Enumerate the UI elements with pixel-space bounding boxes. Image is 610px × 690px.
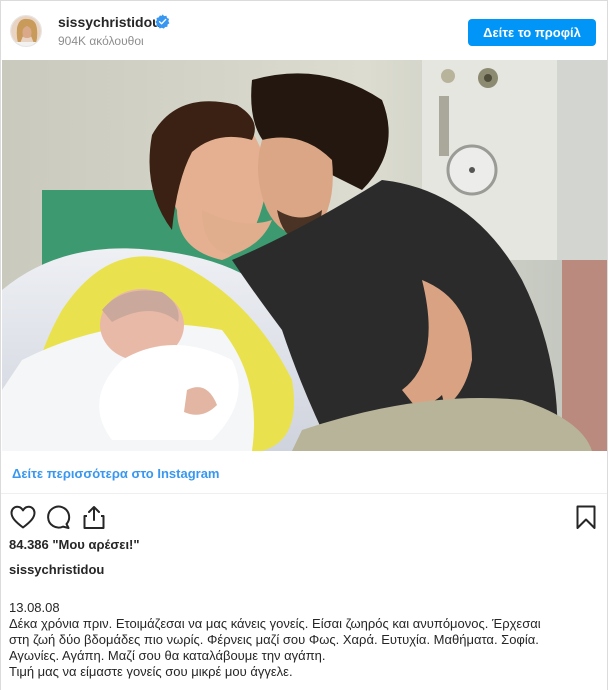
action-bar [1,496,607,536]
caption-line: Τιμή μας να είμαστε γονείς σου μικρέ μου… [9,664,293,679]
username[interactable]: sissychristidou [58,14,161,30]
share-icon[interactable] [80,504,108,530]
caption-text: Δέκα χρόνια πριν. Ετοιμάζεσαι να μας κάν… [9,616,607,680]
instagram-embed: sissychristidou 904K ακόλουθοι Δείτε το … [0,0,608,690]
follower-count: 904K ακόλουθοι [58,34,144,48]
avatar[interactable] [10,15,42,47]
see-more-row: Δείτε περισσότερα στο Instagram [1,452,607,494]
heart-icon[interactable] [9,504,37,530]
caption-author[interactable]: sissychristidou [9,562,104,577]
like-count[interactable]: 84.386 "Μου αρέσει!" [9,537,140,552]
verified-badge-icon [155,14,170,29]
post-header: sissychristidou 904K ακόλουθοι Δείτε το … [1,1,607,61]
view-profile-button[interactable]: Δείτε το προφίλ [468,19,596,46]
see-more-link[interactable]: Δείτε περισσότερα στο Instagram [12,466,220,481]
comment-icon[interactable] [44,504,72,530]
caption-line: στη ζωή δύο βδομάδες πιο νωρίς. Φέρνεις … [9,632,539,647]
caption-line: Αγωνίες. Αγάπη. Μαζί σου θα καταλάβουμε … [9,648,326,663]
post-photo[interactable] [2,60,607,451]
caption-date: 13.08.08 [9,600,60,615]
caption-line: Δέκα χρόνια πριν. Ετοιμάζεσαι να μας κάν… [9,616,541,631]
bookmark-icon[interactable] [572,504,600,530]
